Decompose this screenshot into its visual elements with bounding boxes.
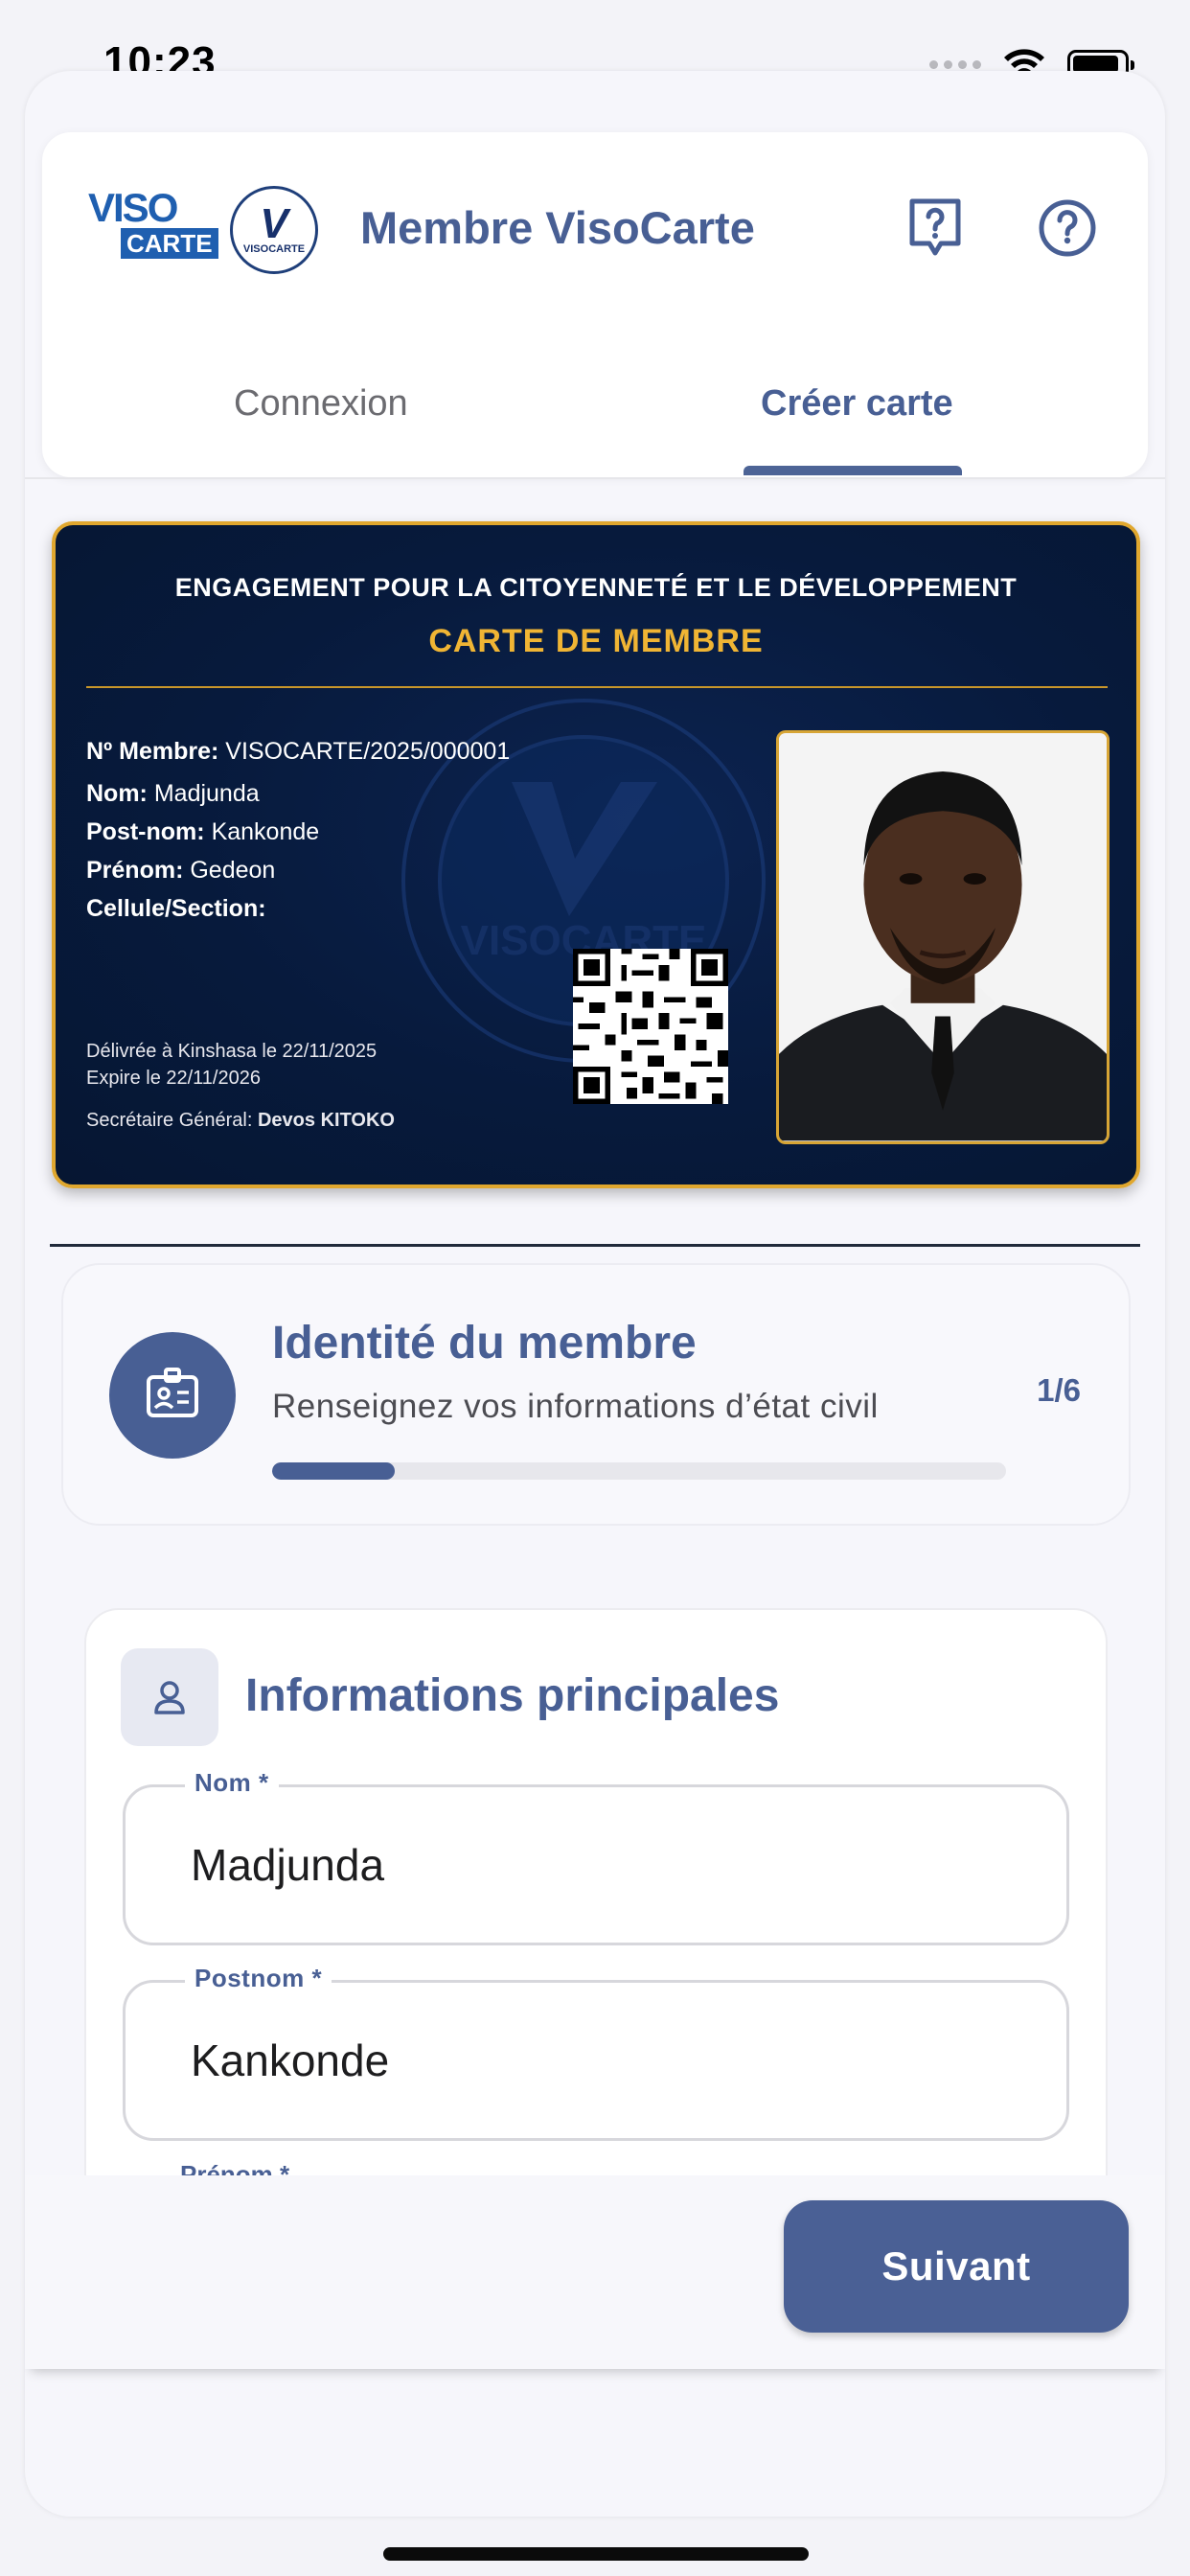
step-subtitle: Renseignez vos informations d’état civil [272,1388,879,1425]
active-tab-indicator [744,466,962,475]
app-sheet: VISO CARTE V VISOCARTE Membre VisoCarte … [25,71,1165,2517]
circle-logo: V VISOCARTE [230,186,318,274]
next-button[interactable]: Suivant [784,2200,1129,2333]
header-divider [25,477,1165,479]
step-title: Identité du membre [272,1318,697,1368]
question-bubble-icon[interactable] [903,196,968,261]
home-indicator[interactable] [383,2547,809,2561]
help-circle-icon[interactable] [1035,196,1100,261]
nom-field-label: Nom * [185,1768,279,1798]
qr-code [573,949,728,1104]
member-card-preview: VISOCARTE ENGAGEMENT POUR LA CITOYENNETÉ… [52,521,1140,1188]
card-secretary: Secrétaire Général: Devos KITOKO [86,1110,395,1131]
form-section-title: Informations principales [245,1670,780,1721]
tab-connexion[interactable]: Connexion [234,383,408,425]
card-cellule: Cellule/Section: [86,895,266,922]
nom-field[interactable]: Nom * [123,1768,1069,1945]
section-divider [50,1244,1140,1247]
nom-input[interactable] [191,1839,1034,1891]
app-title: Membre VisoCarte [360,202,755,253]
member-portrait [779,733,1107,1141]
card-member-number: Nº Membre: VISOCARTE/2025/000001 [86,738,511,765]
postnom-field-label: Postnom * [185,1964,332,1993]
card-nom: Nom: Madjunda [86,780,260,807]
postnom-field[interactable]: Postnom * [123,1964,1069,2141]
visocarte-logo: VISO CARTE [88,188,218,263]
step-progress-card: Identité du membre Renseignez vos inform… [61,1263,1131,1526]
postnom-input[interactable] [191,2035,1034,2086]
card-expires: Expire le 22/11/2026 [86,1068,261,1089]
member-photo [776,730,1110,1144]
tab-creer-carte[interactable]: Créer carte [761,383,953,425]
person-icon [121,1648,218,1746]
step-counter: 1/6 [1037,1372,1081,1408]
card-divider [86,686,1108,688]
card-title: CARTE DE MEMBRE [428,623,764,659]
step-progress-bar [272,1462,1006,1480]
card-postnom: Post-nom: Kankonde [86,818,320,845]
bottom-action-bar: Suivant [25,2175,1165,2369]
id-badge-icon [109,1332,236,1459]
card-organization: ENGAGEMENT POUR LA CITOYENNETÉ ET LE DÉV… [174,573,1018,602]
card-prenom: Prénom: Gedeon [86,857,276,884]
header: VISO CARTE V VISOCARTE Membre VisoCarte … [42,132,1148,477]
card-issued: Délivrée à Kinshasa le 22/11/2025 [86,1041,378,1062]
cellular-signal-icon [929,59,981,69]
step-progress-fill [272,1462,395,1480]
